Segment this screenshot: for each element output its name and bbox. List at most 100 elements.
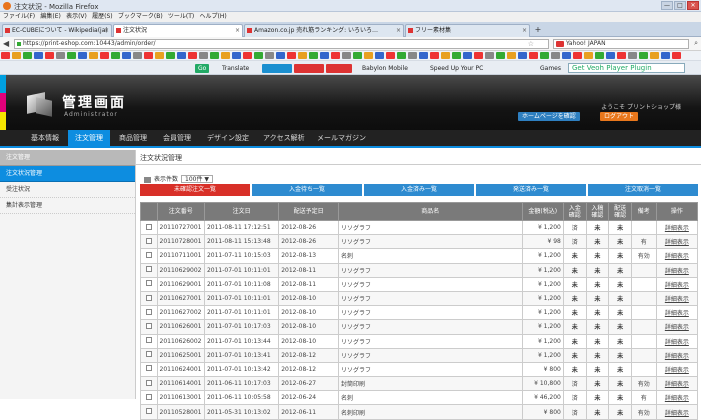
- bookmark-icon[interactable]: [386, 52, 395, 59]
- tab-cancelled[interactable]: 注文取消一覧: [588, 184, 698, 196]
- bookmark-icon[interactable]: [188, 52, 197, 59]
- search-input[interactable]: Yahoo! JAPAN: [553, 39, 689, 49]
- col-item[interactable]: 商品名: [338, 202, 523, 221]
- bookmark-icon[interactable]: [89, 52, 98, 59]
- bookmark-icon[interactable]: [617, 52, 626, 59]
- menu-view[interactable]: 表示(V): [66, 12, 87, 22]
- nav-access-analysis[interactable]: アクセス解析: [256, 130, 312, 146]
- bookmark-icon[interactable]: [320, 52, 329, 59]
- bookmark-icon[interactable]: [177, 52, 186, 59]
- bookmark-icon[interactable]: [111, 52, 120, 59]
- detail-link[interactable]: 詳細表示: [655, 262, 699, 278]
- browser-tab[interactable]: フリー素材集 ×: [405, 24, 530, 37]
- bookmark-icon[interactable]: [540, 52, 549, 59]
- games-button[interactable]: Games: [540, 64, 561, 73]
- tab-unconfirmed[interactable]: 未確認注文一覧: [140, 184, 250, 196]
- bookmark-icon[interactable]: [584, 52, 593, 59]
- menu-history[interactable]: 履歴(S): [92, 12, 113, 22]
- bookmark-icon[interactable]: [562, 52, 571, 59]
- tab-shipped[interactable]: 発送済み一覧: [476, 184, 586, 196]
- checkbox-icon[interactable]: [145, 308, 152, 315]
- go-button[interactable]: Go: [195, 64, 210, 73]
- bookmark-icon[interactable]: [232, 52, 241, 59]
- col-order-no[interactable]: 注文番号: [156, 202, 205, 221]
- bookmark-icon[interactable]: [364, 52, 373, 59]
- menu-help[interactable]: ヘルプ(H): [200, 12, 227, 22]
- bookmark-icon[interactable]: [78, 52, 87, 59]
- speed-up-button[interactable]: Speed Up Your PC: [430, 64, 483, 73]
- back-icon[interactable]: ◀: [3, 39, 9, 49]
- bookmark-icon[interactable]: [463, 52, 472, 59]
- bookmark-icon[interactable]: [419, 52, 428, 59]
- bookmark-icon[interactable]: [441, 52, 450, 59]
- url-bar[interactable]: https://print-eshop.com:10443/admin/orde…: [14, 39, 549, 49]
- nav-mail-magazine[interactable]: メールマガジン: [310, 130, 373, 146]
- per-page-select[interactable]: 100件 ▼: [181, 175, 213, 183]
- bookmark-icon[interactable]: [661, 52, 670, 59]
- bookmark-icon[interactable]: [287, 52, 296, 59]
- sidebar-item-order-status[interactable]: 注文状況管理: [0, 166, 135, 182]
- new-tab-button[interactable]: +: [532, 25, 544, 36]
- checkbox-icon[interactable]: [145, 365, 152, 372]
- checkbox-icon[interactable]: [145, 223, 152, 230]
- browser-tab-active[interactable]: 注文状況 ×: [113, 24, 243, 37]
- addon-red-button[interactable]: [294, 64, 324, 73]
- bookmark-icon[interactable]: [243, 52, 252, 59]
- tab-close-icon[interactable]: ×: [396, 25, 401, 37]
- sidebar-item-received-orders[interactable]: 受注状況: [0, 182, 135, 198]
- addon-blue-button[interactable]: [262, 64, 292, 73]
- bookmark-icon[interactable]: [331, 52, 340, 59]
- detail-link[interactable]: 詳細表示: [655, 404, 699, 420]
- bookmark-icon[interactable]: [67, 52, 76, 59]
- menu-tools[interactable]: ツール(T): [168, 12, 194, 22]
- menu-bookmarks[interactable]: ブックマーク(B): [118, 12, 163, 22]
- bookmark-icon[interactable]: [639, 52, 648, 59]
- bookmark-icon[interactable]: [122, 52, 131, 59]
- detail-link[interactable]: 詳細表示: [655, 390, 699, 406]
- bookmark-icon[interactable]: [606, 52, 615, 59]
- bookmark-icon[interactable]: [1, 52, 10, 59]
- detail-link[interactable]: 詳細表示: [655, 234, 699, 250]
- bookmark-icon[interactable]: [485, 52, 494, 59]
- bookmark-icon[interactable]: [375, 52, 384, 59]
- bookmark-icon[interactable]: [496, 52, 505, 59]
- col-ship-date[interactable]: 配送予定日: [278, 202, 340, 221]
- babylon-button[interactable]: Babylon Mobile: [362, 64, 408, 73]
- addon-red-button-2[interactable]: [326, 64, 352, 73]
- bookmark-icon[interactable]: [144, 52, 153, 59]
- bookmark-icon[interactable]: [518, 52, 527, 59]
- menu-file[interactable]: ファイル(F): [3, 12, 35, 22]
- bookmark-icon[interactable]: [133, 52, 142, 59]
- bookmark-icon[interactable]: [221, 52, 230, 59]
- search-icon[interactable]: ⌕: [694, 39, 698, 48]
- checkbox-icon[interactable]: [145, 294, 152, 301]
- browser-tab[interactable]: EC-CUBEについて - Wikipedia(ja) ×: [2, 24, 112, 37]
- bookmark-icon[interactable]: [298, 52, 307, 59]
- detail-link[interactable]: 詳細表示: [655, 305, 699, 321]
- translate-button[interactable]: Translate: [222, 64, 249, 73]
- bookmark-icon[interactable]: [100, 52, 109, 59]
- checkbox-icon[interactable]: [145, 280, 152, 287]
- close-button[interactable]: ✕: [687, 1, 699, 10]
- detail-link[interactable]: 詳細表示: [655, 219, 699, 236]
- bookmark-icon[interactable]: [254, 52, 263, 59]
- col-price[interactable]: 金額(税込): [521, 202, 564, 221]
- bookmark-icon[interactable]: [573, 52, 582, 59]
- checkbox-icon[interactable]: [145, 379, 152, 386]
- bookmark-icon[interactable]: [309, 52, 318, 59]
- col-order-date[interactable]: 注文日: [203, 202, 280, 221]
- bookmark-icon[interactable]: [276, 52, 285, 59]
- bookmark-icon[interactable]: [199, 52, 208, 59]
- bookmark-icon[interactable]: [166, 52, 175, 59]
- search-engine-icon[interactable]: [556, 41, 564, 47]
- tab-close-icon[interactable]: ×: [522, 25, 527, 37]
- tab-paid[interactable]: 入金済み一覧: [364, 184, 474, 196]
- nav-product-management[interactable]: 商品管理: [112, 130, 154, 146]
- bookmark-icon[interactable]: [12, 52, 21, 59]
- veoh-plugin-button[interactable]: Get Veoh Player Plugin: [568, 63, 685, 73]
- bookmark-icon[interactable]: [265, 52, 274, 59]
- bookmark-icon[interactable]: [628, 52, 637, 59]
- bookmark-icon[interactable]: [155, 52, 164, 59]
- bookmark-icon[interactable]: [45, 52, 54, 59]
- checkbox-icon[interactable]: [145, 251, 152, 258]
